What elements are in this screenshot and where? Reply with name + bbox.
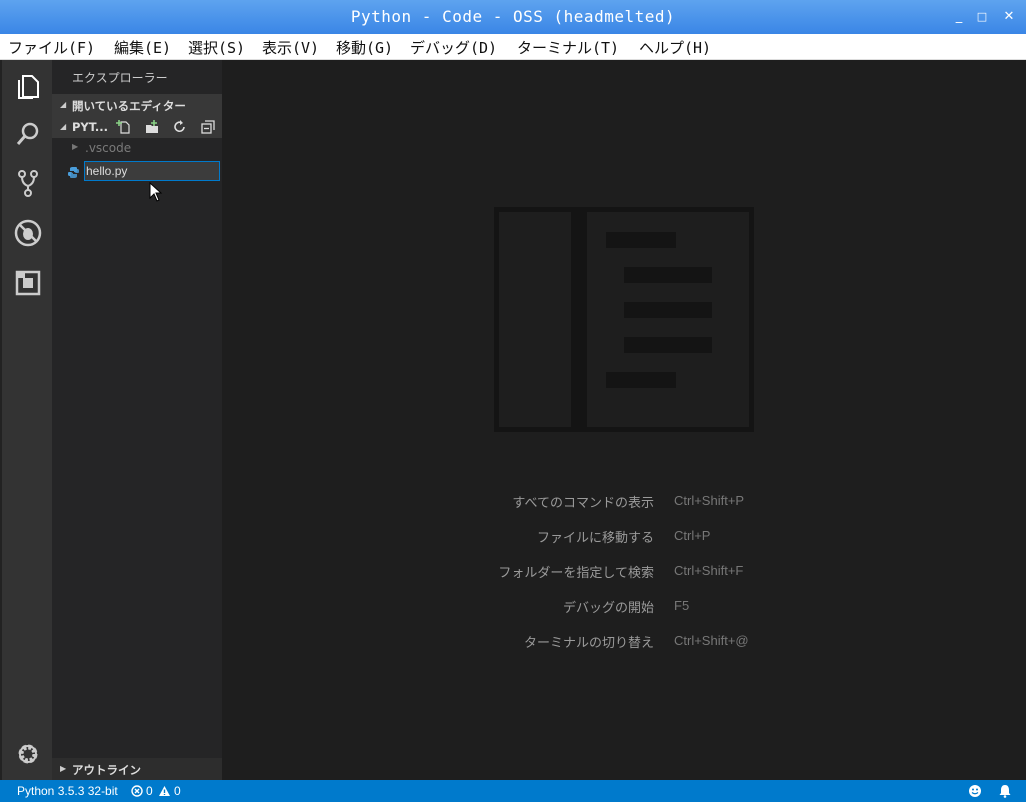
explorer-sidebar: エクスプローラー ◢ 開いているエディター ◢ PYT... ▶ .vscode xyxy=(52,60,222,780)
error-icon[interactable] xyxy=(131,785,143,797)
window-title: Python - Code - OSS (headmelted) xyxy=(350,7,676,26)
menu-file[interactable]: ファイル(F) xyxy=(8,37,95,58)
menu-view[interactable]: 表示(V) xyxy=(262,37,319,58)
error-count[interactable]: 0 xyxy=(146,784,153,798)
expand-arrow-icon: ▶ xyxy=(60,764,67,773)
sidebar-title: エクスプローラー xyxy=(72,71,168,85)
status-bar: Python 3.5.3 32-bit 0 0 xyxy=(0,780,1026,802)
folder-section[interactable]: ◢ PYT... xyxy=(52,116,222,138)
shortcut-label-show-commands: すべてのコマンドの表示 xyxy=(512,496,654,511)
outline-label: アウトライン xyxy=(72,763,141,777)
window-titlebar: Python - Code - OSS (headmelted) _ □ ✕ xyxy=(0,0,1026,34)
activity-bar xyxy=(0,60,52,780)
tree-item-label: .vscode xyxy=(85,141,132,155)
shortcut-label-toggle-terminal: ターミナルの切り替え xyxy=(523,636,654,651)
open-editors-label: 開いているエディター xyxy=(72,99,186,113)
debug-icon[interactable] xyxy=(13,218,43,248)
settings-gear-icon[interactable] xyxy=(13,739,43,769)
minimize-button[interactable]: _ xyxy=(950,8,968,26)
extensions-icon[interactable] xyxy=(13,268,43,298)
outline-section[interactable]: ▶ アウトライン xyxy=(52,758,222,780)
tree-item-hello-py[interactable] xyxy=(52,161,222,183)
shortcut-key-find-in-files: Ctrl+Shift+F xyxy=(674,563,744,578)
close-button[interactable]: ✕ xyxy=(1000,8,1018,26)
menu-help[interactable]: ヘルプ(H) xyxy=(639,37,711,58)
notifications-bell-icon[interactable] xyxy=(998,784,1012,798)
python-interpreter-status[interactable]: Python 3.5.3 32-bit xyxy=(17,784,118,798)
maximize-button[interactable]: □ xyxy=(973,8,991,26)
open-editors-section[interactable]: ◢ 開いているエディター xyxy=(52,94,222,116)
warning-icon[interactable] xyxy=(158,785,171,797)
shortcut-label-start-debugging: デバッグの開始 xyxy=(562,601,654,616)
feedback-smiley-icon[interactable] xyxy=(968,784,982,798)
explorer-icon[interactable] xyxy=(13,70,43,100)
collapse-arrow-icon: ◢ xyxy=(60,100,67,109)
python-file-icon xyxy=(68,167,79,178)
collapse-arrow-icon: ◢ xyxy=(60,122,67,131)
menu-debug[interactable]: デバッグ(D) xyxy=(410,37,497,58)
menu-edit[interactable]: 編集(E) xyxy=(114,37,171,58)
editor-area: すべてのコマンドの表示 Ctrl+Shift+P ファイルに移動する Ctrl+… xyxy=(222,60,1026,780)
new-file-icon[interactable] xyxy=(116,119,132,135)
mouse-cursor-icon xyxy=(149,182,163,202)
source-control-icon[interactable] xyxy=(13,168,43,198)
menu-go[interactable]: 移動(G) xyxy=(336,37,393,58)
vscode-watermark-logo xyxy=(494,207,754,432)
menu-terminal[interactable]: ターミナル(T) xyxy=(517,37,619,58)
menu-selection[interactable]: 選択(S) xyxy=(188,37,245,58)
warning-count[interactable]: 0 xyxy=(174,784,181,798)
shortcut-key-show-commands: Ctrl+Shift+P xyxy=(674,493,745,508)
expand-arrow-icon: ▶ xyxy=(72,142,79,151)
shortcut-key-start-debugging: F5 xyxy=(674,598,690,613)
folder-label: PYT... xyxy=(72,120,108,134)
shortcut-label-goto-file: ファイルに移動する xyxy=(536,531,654,546)
search-icon[interactable] xyxy=(13,119,43,149)
new-folder-icon[interactable] xyxy=(144,119,160,135)
collapse-all-icon[interactable] xyxy=(200,119,216,135)
tree-item-vscode-folder[interactable]: ▶ .vscode xyxy=(52,138,222,160)
refresh-icon[interactable] xyxy=(172,119,188,135)
menu-bar: ファイル(F) 編集(E) 選択(S) 表示(V) 移動(G) デバッグ(D) … xyxy=(0,34,1026,60)
shortcut-key-toggle-terminal: Ctrl+Shift+@ xyxy=(674,633,749,648)
shortcut-key-goto-file: Ctrl+P xyxy=(674,528,711,543)
shortcut-label-find-in-files: フォルダーを指定して検索 xyxy=(498,566,654,581)
rename-file-input[interactable] xyxy=(84,161,220,181)
